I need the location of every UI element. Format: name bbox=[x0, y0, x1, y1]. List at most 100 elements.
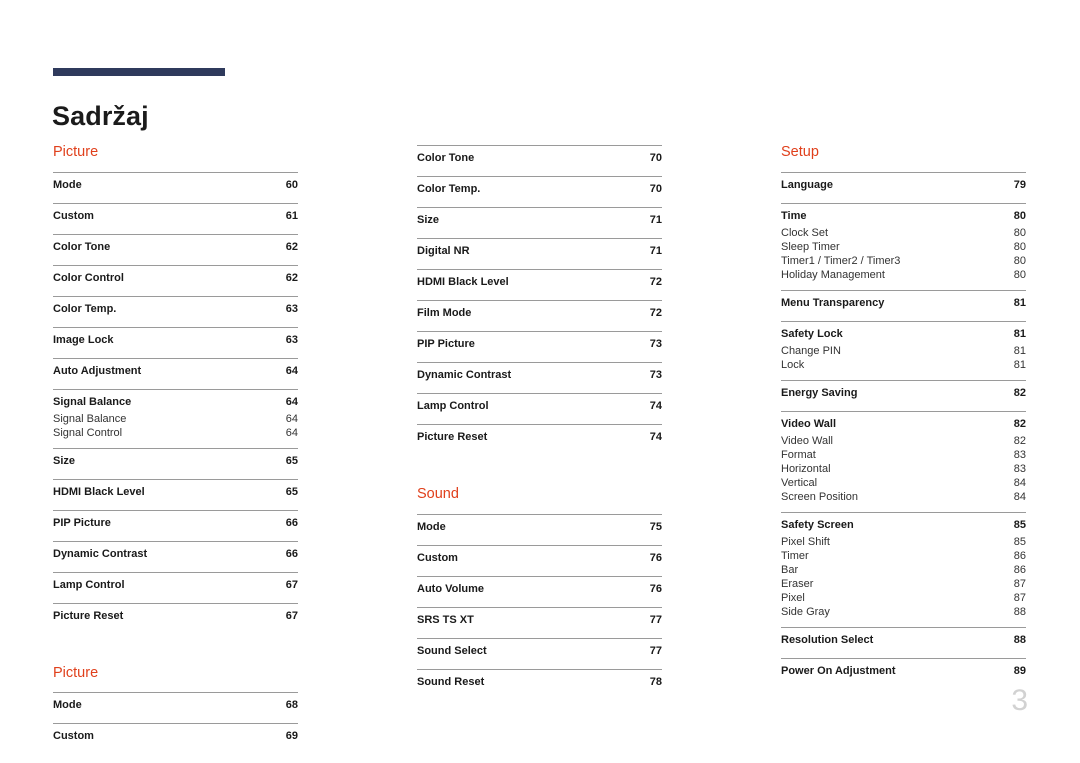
toc-entry[interactable]: PIP Picture 66 bbox=[53, 509, 298, 534]
toc-entry[interactable]: Digital NR 71 bbox=[417, 238, 662, 262]
page-title: Sadržaj bbox=[52, 101, 149, 132]
toc-entry[interactable]: Color Tone 62 bbox=[53, 233, 298, 258]
toc-entry-page-number: 80 bbox=[1013, 254, 1026, 267]
toc-entry[interactable]: Sound Reset 78 bbox=[417, 668, 662, 693]
toc-entry[interactable]: Color Control 62 bbox=[53, 264, 298, 289]
toc-entry-page-number: 78 bbox=[649, 675, 662, 688]
toc-entry-label: SRS TS XT bbox=[417, 613, 474, 626]
toc-entry[interactable]: Auto Adjustment 64 bbox=[53, 357, 298, 382]
toc-subentry[interactable]: Eraser 87 bbox=[781, 578, 1026, 592]
toc-entry[interactable]: Custom 76 bbox=[417, 544, 662, 569]
toc-entry-page-number: 80 bbox=[1013, 268, 1026, 281]
toc-entry[interactable]: Menu Transparency 81 bbox=[781, 289, 1026, 314]
toc-entry[interactable]: Color Temp. 70 bbox=[417, 176, 662, 200]
toc-subentry[interactable]: Clock Set 80 bbox=[781, 227, 1026, 241]
toc-entry[interactable]: Video Wall 82 bbox=[781, 410, 1026, 435]
toc-entry[interactable]: Lamp Control 74 bbox=[417, 393, 662, 417]
toc-entry-page-number: 82 bbox=[1013, 417, 1026, 430]
toc-entry[interactable]: Mode 75 bbox=[417, 513, 662, 538]
toc-entry-label: Custom bbox=[53, 730, 94, 742]
toc-page: Sadržaj Picture Mode 60 Custom 61 Color Tone 6… bbox=[0, 0, 1080, 763]
toc-entry[interactable]: Mode 60 bbox=[53, 171, 298, 196]
toc-entry[interactable]: Custom 61 bbox=[53, 202, 298, 227]
toc-subentry[interactable]: Bar 86 bbox=[781, 564, 1026, 578]
toc-entry[interactable]: Lamp Control 67 bbox=[53, 571, 298, 596]
toc-entry[interactable]: Safety Screen 85 bbox=[781, 511, 1026, 536]
toc-entry-label: Custom bbox=[53, 209, 94, 222]
toc-subentry[interactable]: Pixel Shift 85 bbox=[781, 536, 1026, 550]
toc-entry[interactable]: PIP Picture 73 bbox=[417, 331, 662, 355]
toc-entry-label: Sound Reset bbox=[417, 675, 485, 688]
toc-entry-page-number: 65 bbox=[285, 454, 298, 467]
toc-group: Dynamic Contrast 66 bbox=[53, 540, 298, 565]
toc-entry[interactable]: Language 79 bbox=[781, 171, 1026, 196]
toc-entry-page-number: 81 bbox=[1013, 327, 1026, 340]
toc-entry-page-number: 65 bbox=[285, 485, 298, 498]
toc-entry[interactable]: Custom 69 bbox=[53, 723, 298, 747]
toc-group: Sound Reset 78 bbox=[417, 668, 662, 693]
toc-entry-page-number: 68 bbox=[285, 699, 298, 711]
toc-entry-page-number: 73 bbox=[649, 338, 662, 350]
toc-entry-page-number: 63 bbox=[285, 302, 298, 315]
toc-entry[interactable]: Picture Reset 67 bbox=[53, 602, 298, 627]
toc-subentry[interactable]: Side Gray 88 bbox=[781, 606, 1026, 620]
toc-entry-page-number: 88 bbox=[1013, 605, 1026, 618]
toc-entry[interactable]: Color Temp. 63 bbox=[53, 295, 298, 320]
toc-entry[interactable]: Dynamic Contrast 66 bbox=[53, 540, 298, 565]
toc-entry[interactable]: HDMI Black Level 72 bbox=[417, 269, 662, 293]
toc-entry[interactable]: Mode 68 bbox=[53, 692, 298, 716]
toc-subentry[interactable]: Horizontal 83 bbox=[781, 463, 1026, 477]
toc-entry-label: Film Mode bbox=[417, 307, 472, 319]
toc-subentry[interactable]: Lock 81 bbox=[781, 359, 1026, 373]
toc-entry-label: PIP Picture bbox=[53, 516, 111, 529]
toc-entry[interactable]: SRS TS XT 77 bbox=[417, 606, 662, 631]
toc-subentry[interactable]: Holiday Management 80 bbox=[781, 269, 1026, 283]
toc-entry-label: Timer bbox=[781, 549, 809, 562]
toc-subentry[interactable]: Change PIN 81 bbox=[781, 345, 1026, 359]
toc-entry[interactable]: Film Mode 72 bbox=[417, 300, 662, 324]
section-heading: Picture bbox=[53, 144, 99, 160]
toc-entry-label: Picture Reset bbox=[417, 431, 488, 443]
toc-section: Sound Mode 75 Custom 76 Auto Volume 76 SRS TS X… bbox=[417, 487, 662, 693]
toc-subentry[interactable]: Signal Control 64 bbox=[53, 427, 298, 441]
toc-entry[interactable]: Resolution Select 88 bbox=[781, 626, 1026, 651]
toc-group: Size 65 bbox=[53, 447, 298, 472]
toc-entry-label: Size bbox=[53, 454, 76, 467]
toc-entry-label: Energy Saving bbox=[781, 386, 858, 399]
toc-entry[interactable]: Color Tone 70 bbox=[417, 145, 662, 169]
section-heading: Setup bbox=[781, 144, 819, 160]
toc-subentry[interactable]: Timer 86 bbox=[781, 550, 1026, 564]
toc-entry-page-number: 66 bbox=[285, 516, 298, 529]
toc-entry[interactable]: Size 71 bbox=[417, 207, 662, 231]
toc-group: Image Lock 63 bbox=[53, 326, 298, 351]
toc-entry[interactable]: Power On Adjustment 89 bbox=[781, 657, 1026, 682]
toc-entry[interactable]: HDMI Black Level 65 bbox=[53, 478, 298, 503]
toc-entry[interactable]: Dynamic Contrast 73 bbox=[417, 362, 662, 386]
toc-entry-label: Mode bbox=[417, 520, 446, 533]
toc-subentry[interactable]: Signal Balance 64 bbox=[53, 413, 298, 427]
toc-entry[interactable]: Time 80 bbox=[781, 202, 1026, 227]
toc-entry-page-number: 77 bbox=[649, 644, 662, 657]
toc-entry[interactable]: Sound Select 77 bbox=[417, 637, 662, 662]
toc-group: Film Mode 72 bbox=[417, 300, 662, 324]
toc-entry[interactable]: Safety Lock 81 bbox=[781, 320, 1026, 345]
toc-subentry[interactable]: Vertical 84 bbox=[781, 477, 1026, 491]
toc-entry[interactable]: Signal Balance 64 bbox=[53, 388, 298, 413]
toc-subentry[interactable]: Timer1 / Timer2 / Timer3 80 bbox=[781, 255, 1026, 269]
toc-entry[interactable]: Picture Reset 74 bbox=[417, 424, 662, 448]
toc-entry[interactable]: Size 65 bbox=[53, 447, 298, 472]
toc-subentry[interactable]: Format 83 bbox=[781, 449, 1026, 463]
toc-subentry[interactable]: Video Wall 82 bbox=[781, 435, 1026, 449]
toc-entry-label: Signal Balance bbox=[53, 395, 132, 408]
toc-entry[interactable]: Energy Saving 82 bbox=[781, 379, 1026, 404]
toc-entry[interactable]: Image Lock 63 bbox=[53, 326, 298, 351]
toc-entry-page-number: 66 bbox=[285, 547, 298, 560]
toc-entry-page-number: 73 bbox=[649, 369, 662, 381]
toc-entry-label: Time bbox=[781, 209, 807, 222]
toc-group: Language 79 bbox=[781, 171, 1026, 196]
toc-subentry[interactable]: Sleep Timer 80 bbox=[781, 241, 1026, 255]
toc-entry[interactable]: Auto Volume 76 bbox=[417, 575, 662, 600]
toc-subentry[interactable]: Screen Position 84 bbox=[781, 491, 1026, 505]
toc-subentry[interactable]: Pixel 87 bbox=[781, 592, 1026, 606]
toc-group: Signal Balance 64 Signal Balance 64 Signal C… bbox=[53, 388, 298, 441]
